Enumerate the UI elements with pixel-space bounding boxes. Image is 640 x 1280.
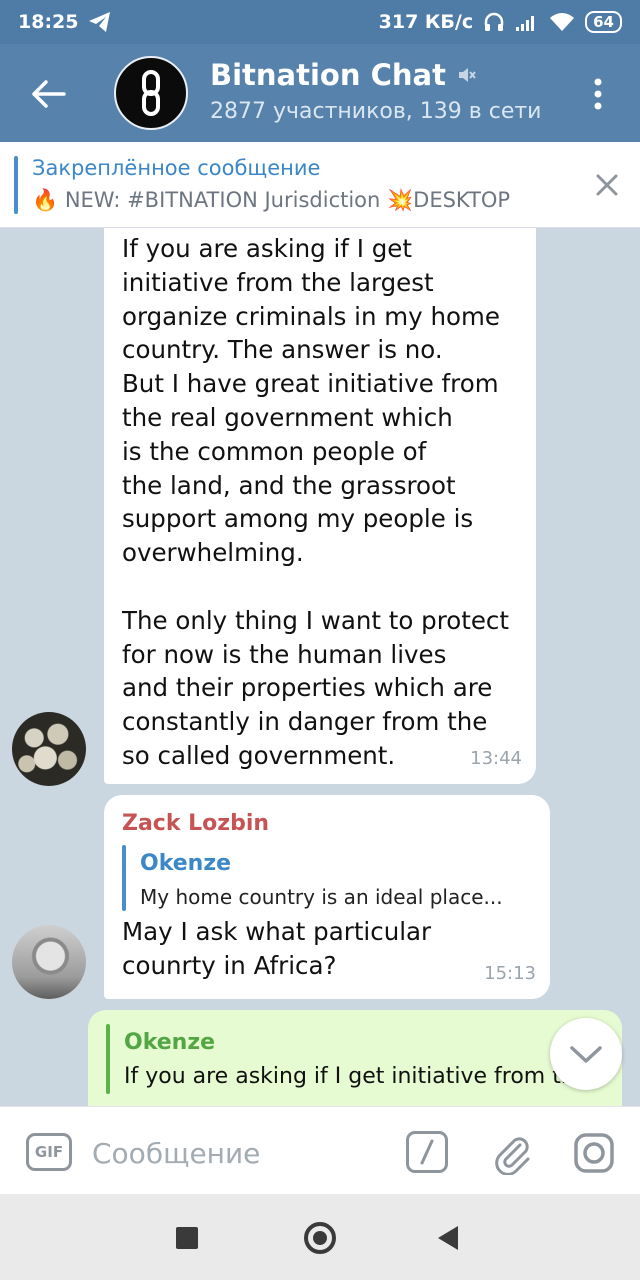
message-time: 13:44 bbox=[470, 748, 522, 770]
message-bubble[interactable]: If you are asking if I get initiative fr… bbox=[104, 228, 536, 784]
reply-sender: Okenze bbox=[124, 1030, 216, 1055]
home-icon[interactable] bbox=[304, 1222, 336, 1254]
system-navigation-bar bbox=[0, 1194, 640, 1280]
reply-sender: Okenze bbox=[140, 851, 232, 876]
system-back-icon[interactable] bbox=[438, 1226, 458, 1250]
camera-icon[interactable] bbox=[572, 1131, 616, 1175]
chat-title-text: Bitnation Chat bbox=[210, 58, 446, 92]
chevron-down-icon bbox=[570, 1046, 602, 1063]
message-bubble[interactable]: Zack Lozbin Okenze My home country is an… bbox=[104, 795, 550, 999]
reply-accent-bar bbox=[106, 1024, 110, 1094]
reply-accent-bar bbox=[122, 845, 126, 911]
pinned-accent-bar bbox=[14, 156, 18, 214]
slash-icon bbox=[420, 1139, 434, 1165]
message-input-bar: GIF bbox=[0, 1106, 640, 1194]
message-list[interactable]: If you are asking if I get initiative fr… bbox=[0, 228, 640, 1106]
recents-icon[interactable] bbox=[176, 1227, 198, 1249]
message-time: 15:13 bbox=[484, 963, 536, 985]
clock: 18:25 bbox=[18, 11, 79, 33]
chat-subtitle: 2877 участников, 139 в сети bbox=[210, 99, 542, 124]
avatar[interactable] bbox=[12, 925, 86, 999]
chain-link-icon bbox=[142, 70, 160, 116]
muted-icon bbox=[458, 68, 476, 82]
chat-title[interactable]: Bitnation Chat bbox=[210, 58, 476, 92]
headphones-icon bbox=[484, 12, 504, 31]
pinned-title: Закреплённое сообщение bbox=[32, 156, 321, 180]
network-speed: 317 КБ/с bbox=[378, 11, 474, 33]
message-input[interactable] bbox=[92, 1133, 382, 1173]
gif-button[interactable]: GIF bbox=[26, 1133, 72, 1171]
back-arrow-icon[interactable] bbox=[26, 72, 70, 116]
signal-icon bbox=[516, 16, 535, 31]
chat-avatar[interactable] bbox=[114, 56, 188, 130]
chat-header: Bitnation Chat 2877 участников, 139 в се… bbox=[0, 44, 640, 142]
more-vert-icon[interactable] bbox=[584, 72, 612, 116]
pinned-message[interactable]: Закреплённое сообщение 🔥 NEW: #BITNATION… bbox=[0, 142, 640, 228]
close-icon[interactable] bbox=[590, 168, 624, 202]
bot-command-button[interactable] bbox=[406, 1131, 448, 1173]
pinned-text: 🔥 NEW: #BITNATION Jurisdiction 💥DESKTOP bbox=[32, 188, 511, 212]
battery-icon: 64 bbox=[585, 11, 622, 33]
message-text: If you are asking if I get initiative fr… bbox=[122, 234, 509, 770]
reply-text: My home country is an ideal place... bbox=[140, 885, 503, 909]
paperclip-icon[interactable] bbox=[490, 1131, 534, 1175]
reply-preview[interactable]: Okenze My home country is an ideal place… bbox=[122, 845, 534, 911]
sender-name[interactable]: Zack Lozbin bbox=[122, 807, 269, 841]
reply-text: If you are asking if I get initiative fr… bbox=[124, 1064, 574, 1089]
wifi-icon bbox=[550, 13, 575, 31]
outgoing-message-bubble[interactable]: Okenze If you are asking if I get initia… bbox=[88, 1010, 622, 1106]
avatar[interactable] bbox=[12, 712, 86, 786]
message-text: May I ask what particular counrty in Afr… bbox=[122, 917, 432, 980]
status-bar: 18:25 317 КБ/с 64 bbox=[0, 0, 640, 44]
scroll-down-button[interactable] bbox=[550, 1018, 622, 1090]
telegram-icon bbox=[89, 12, 111, 32]
